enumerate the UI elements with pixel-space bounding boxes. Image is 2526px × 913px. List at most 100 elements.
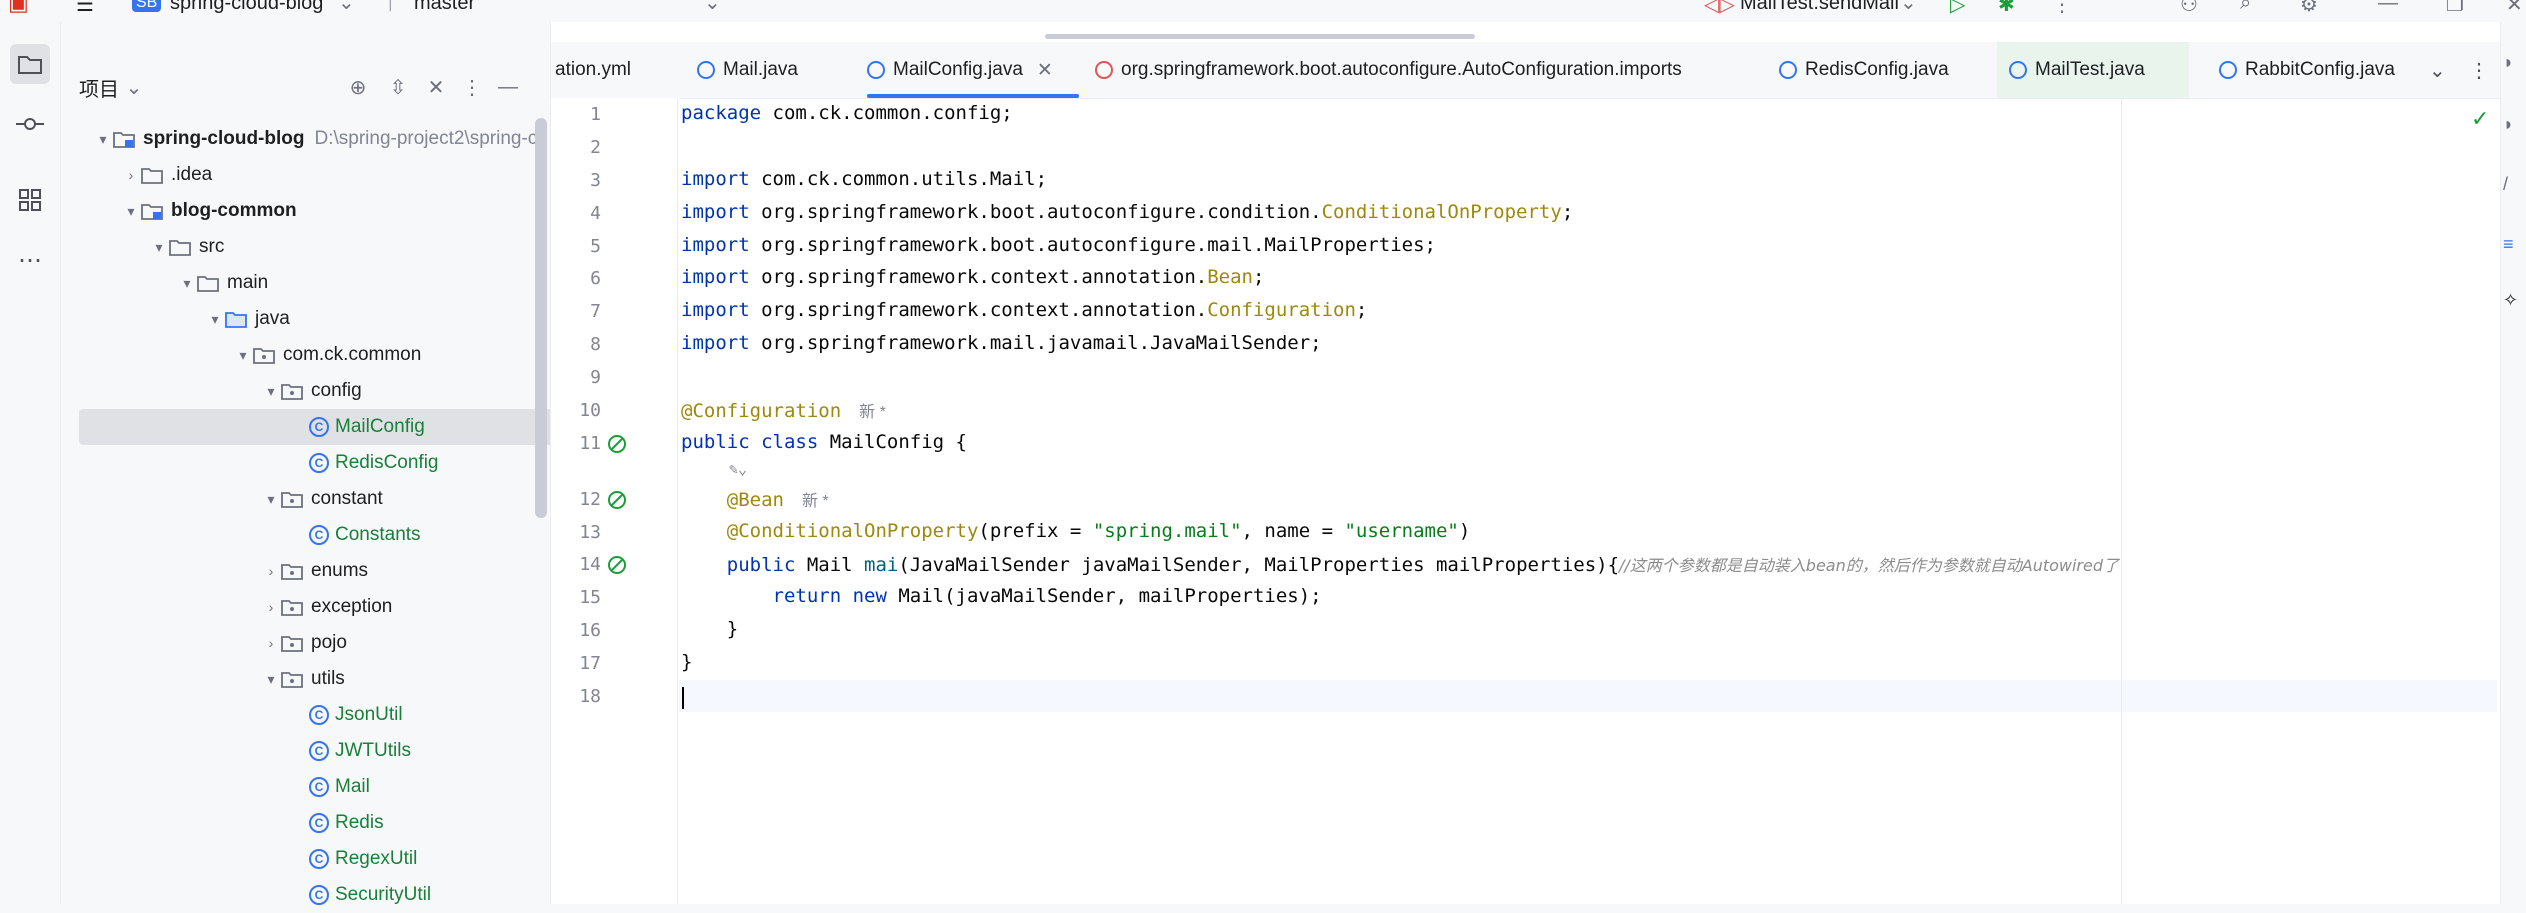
tree-item-blog-common[interactable]: ▾ blog-common [79, 193, 573, 229]
tree-item-label: java [255, 308, 290, 329]
source-folder-icon [225, 311, 247, 328]
tree-item-src[interactable]: ▾ src [79, 229, 601, 265]
line-number: 8 [590, 334, 601, 355]
settings-gear-icon[interactable]: ⚙ [2300, 0, 2318, 17]
more-actions-icon[interactable]: ⋮ [2052, 0, 2072, 17]
inlay-hint-icon[interactable]: ✎⌄ [729, 460, 747, 478]
line-number: 9 [590, 367, 601, 388]
run-icon[interactable]: ▷ [1950, 0, 1965, 17]
chevron-down-icon: ▾ [155, 238, 163, 255]
more-tools-icon[interactable]: ⋯ [10, 240, 50, 280]
code-line-4: import org.springframework.boot.autoconf… [681, 201, 1574, 223]
hide-panel-icon[interactable]: — [495, 74, 521, 100]
project-switcher[interactable]: spring-cloud-blog [170, 0, 323, 15]
line-number: 11 [579, 433, 601, 454]
add-user-icon[interactable]: ⚇ [2180, 0, 2198, 17]
ai-assistant-icon[interactable]: ✧ [2503, 290, 2518, 311]
maven-icon[interactable]: / [2503, 174, 2508, 195]
restore-icon[interactable]: ❐ [2446, 0, 2464, 17]
line-number: 2 [590, 137, 601, 158]
code-line-5: import org.springframework.boot.autoconf… [681, 234, 1436, 256]
line-number: 13 [579, 522, 601, 543]
editor-tab-bar: ation.yml Mail.java MailConfig.java ✕ or… [551, 42, 2526, 99]
class-icon [1779, 61, 1797, 79]
line-number: 10 [579, 400, 601, 421]
tree-item-label: spring-cloud-blog [143, 128, 305, 149]
line-number: 5 [590, 236, 601, 257]
package-icon [281, 383, 303, 400]
tabs-scrollbar[interactable] [1045, 34, 1475, 39]
code-line-6: import org.springframework.context.annot… [681, 266, 1265, 288]
line-number: 1 [590, 104, 601, 125]
code-line-12: @Bean 新 * [681, 489, 829, 511]
commit-tool-button[interactable] [10, 104, 50, 144]
tree-item-label: Mail [335, 776, 370, 797]
gutter-divider [677, 98, 678, 904]
code-line-8: import org.springframework.mail.javamail… [681, 332, 1322, 354]
tab-label: RedisConfig.java [1805, 59, 1949, 80]
line-number: 15 [579, 587, 601, 608]
collapse-all-icon[interactable]: ✕ [423, 74, 449, 100]
main-menu-icon[interactable]: ☰ [76, 0, 94, 17]
spring-bean-gutter-icon[interactable] [607, 434, 627, 454]
class-icon: C [309, 453, 329, 473]
branch-switcher[interactable]: master [414, 0, 475, 15]
project-tool-button[interactable] [10, 44, 50, 84]
tab-mailconfig-java[interactable]: MailConfig.java ✕ [867, 42, 1053, 98]
tab-options-icon[interactable]: ⋮ [2469, 42, 2489, 98]
chevron-right-icon: › [268, 563, 274, 579]
line-number: 4 [590, 203, 601, 224]
no-problems-check-icon[interactable]: ✓ [2471, 106, 2489, 132]
layers-icon[interactable]: ≡ [2503, 234, 2514, 255]
tab-mailtest-java[interactable]: MailTest.java [1997, 42, 2189, 98]
tab-list-chevron-icon[interactable]: ⌄ [2423, 42, 2452, 98]
package-icon [281, 635, 303, 652]
class-icon: C [309, 777, 329, 797]
tab-autoconfiguration-imports[interactable]: org.springframework.boot.autoconfigure.A… [1095, 42, 1682, 98]
tab-application-yml[interactable]: ation.yml [555, 42, 631, 98]
line-number: 16 [579, 620, 601, 641]
tab-rabbitconfig-java[interactable]: RabbitConfig.java [2219, 42, 2395, 98]
project-panel-header: 项目 ⌄ ⊕ ⇳ ✕ ⋮ — [61, 60, 549, 116]
spring-bean-gutter-icon[interactable] [607, 490, 627, 510]
class-icon [867, 61, 885, 79]
tree-item-project-root[interactable]: ▾ spring-cloud-blog D:\spring-project2\s… [79, 121, 545, 157]
package-icon [281, 563, 303, 580]
close-tab-icon[interactable]: ✕ [1037, 59, 1053, 82]
chevron-right-icon: › [268, 635, 274, 651]
vcs-author-hint: 新 * [859, 404, 886, 421]
database-icon[interactable]: ◗ [2503, 114, 2514, 135]
structure-tool-button[interactable] [10, 180, 50, 220]
project-panel: 项目 ⌄ ⊕ ⇳ ✕ ⋮ — ▾ spring-cloud-blog D:\sp… [61, 22, 713, 905]
class-icon [697, 61, 715, 79]
notifications-icon[interactable]: ◗ [2503, 52, 2514, 73]
tree-item-label: JsonUtil [335, 704, 403, 725]
imports-file-icon [1095, 61, 1113, 79]
options-icon[interactable]: ⋮ [459, 74, 485, 100]
spring-bean-gutter-icon[interactable] [607, 555, 627, 575]
code-text[interactable]: package com.ck.common.config; import com… [681, 98, 2526, 904]
line-number: 3 [590, 170, 601, 191]
branch-icon: ᚴ [386, 0, 398, 14]
code-line-10: @Configuration 新 * [681, 400, 886, 422]
tab-redisconfig-java[interactable]: RedisConfig.java [1779, 42, 1949, 98]
editor-area: ation.yml Mail.java MailConfig.java ✕ or… [550, 22, 2526, 904]
class-icon: C [309, 849, 329, 869]
minimize-icon[interactable]: — [2378, 0, 2398, 15]
tree-item-label: pojo [311, 632, 347, 653]
tree-item-label: RedisConfig [335, 452, 439, 473]
locate-file-icon[interactable]: ⊕ [345, 74, 371, 100]
tab-mail-java[interactable]: Mail.java [697, 42, 798, 98]
search-icon[interactable]: ⌕ [2240, 0, 2251, 15]
chevron-down-icon[interactable]: ⌄ [121, 74, 147, 100]
project-panel-title[interactable]: 项目 [79, 73, 119, 102]
debug-icon[interactable]: ✱ [1998, 0, 2015, 17]
tree-item-idea[interactable]: › .idea [79, 157, 573, 193]
tab-label: RabbitConfig.java [2245, 59, 2395, 80]
run-config-selector[interactable]: MailTest.sendMail [1740, 0, 1899, 15]
close-icon[interactable]: ✕ [2506, 0, 2523, 17]
code-line-11: public class MailConfig { [681, 431, 967, 453]
test-class-icon [2009, 61, 2027, 79]
expand-all-icon[interactable]: ⇳ [385, 74, 411, 100]
project-panel-scrollbar[interactable] [535, 118, 547, 518]
